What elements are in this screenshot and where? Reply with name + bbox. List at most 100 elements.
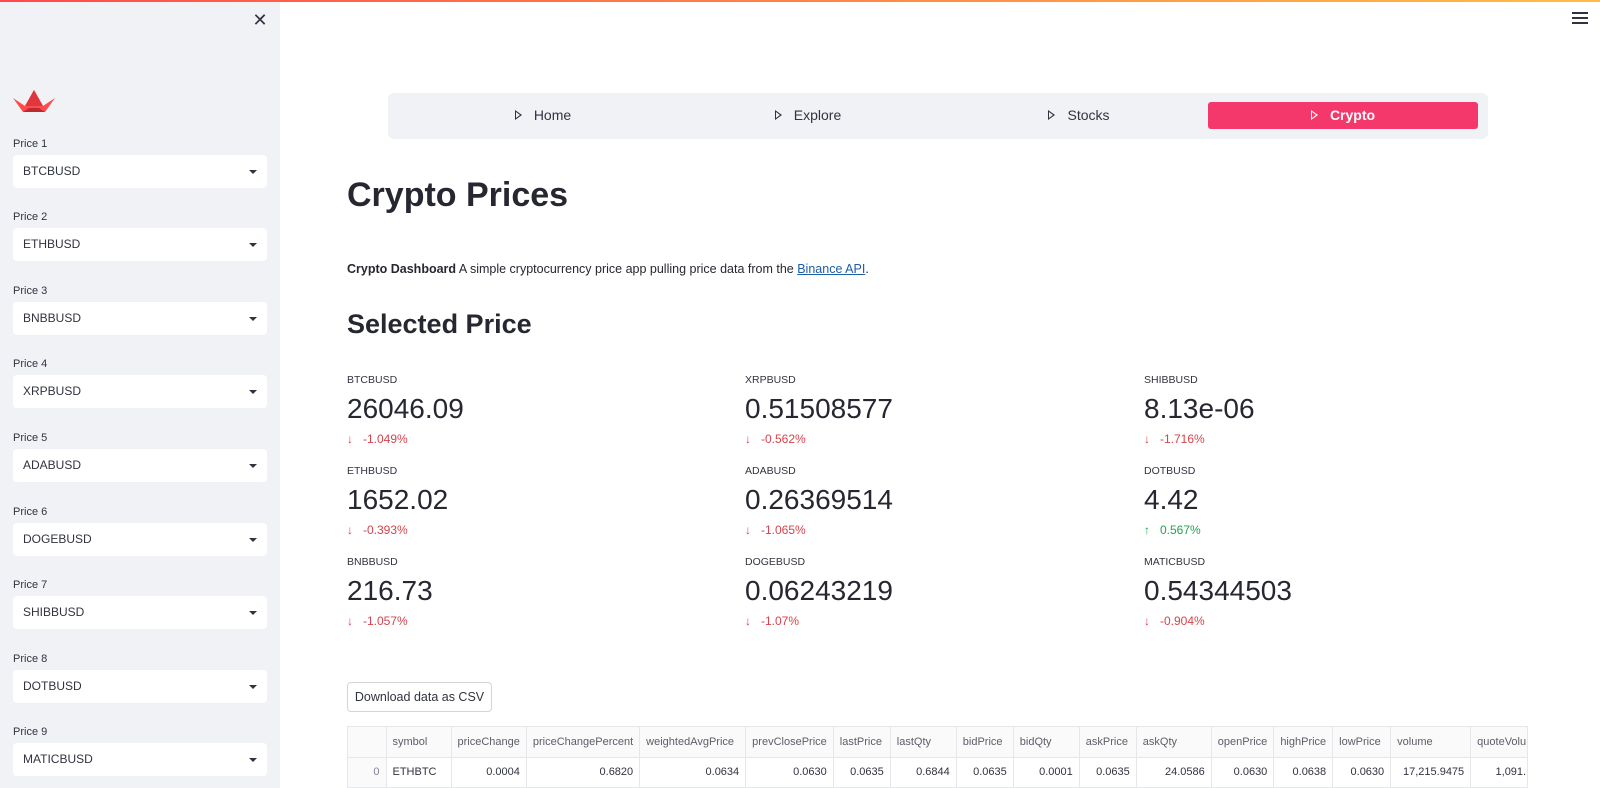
column-header[interactable]: lastQty: [890, 727, 957, 758]
price-select[interactable]: ADABUSD: [13, 449, 267, 482]
metric-value: 26046.09: [347, 393, 464, 424]
data-table[interactable]: symbol priceChange priceChangePercent weigh…: [347, 726, 1528, 788]
table-cell[interactable]: 0.6820: [526, 757, 641, 787]
play-icon: [1310, 110, 1318, 121]
metric-label: SHIBBUSD: [1144, 374, 1198, 386]
table-cell[interactable]: 0.0638: [1273, 757, 1334, 787]
column-header[interactable]: askQty: [1136, 727, 1212, 758]
table-cell[interactable]: 17,215.9475: [1390, 757, 1472, 787]
price-select-value: BTCBUSD: [23, 164, 81, 178]
metric-delta-value: -1.065%: [761, 523, 806, 537]
download-csv-button[interactable]: Download data as CSV: [347, 682, 492, 712]
arrow-down-icon: ↓: [745, 614, 751, 628]
price-select-label: Price 8: [13, 653, 48, 665]
metric-label: BTCBUSD: [347, 374, 398, 386]
price-metric: DOTBUSD 4.42 ↑ 0.567%: [1144, 465, 1504, 539]
sidebar: ✕ Price 1 BTCBUSD Price 2 ETHBUSD Price 3 BNB…: [0, 0, 280, 788]
table-cell[interactable]: 0.0635: [833, 757, 891, 787]
metric-delta: ↓ -0.562%: [745, 432, 1105, 448]
column-header[interactable]: [348, 727, 387, 758]
binance-api-link[interactable]: Binance API: [797, 262, 865, 276]
column-header[interactable]: volume: [1390, 727, 1472, 758]
price-select[interactable]: SHIBBUSD: [13, 596, 267, 629]
metric-delta: ↓ -1.07%: [745, 614, 1105, 630]
price-select-value: ETHBUSD: [23, 237, 81, 251]
table-cell[interactable]: 0.0004: [451, 757, 527, 787]
table-cell[interactable]: 0.0630: [1332, 757, 1392, 787]
metric-delta: ↑ 0.567%: [1144, 523, 1504, 539]
nav-item-crypto[interactable]: Crypto: [1208, 102, 1478, 129]
metric-value: 4.42: [1144, 484, 1199, 515]
column-header[interactable]: bidPrice: [956, 727, 1014, 758]
metric-value: 1652.02: [347, 484, 449, 515]
price-select-label: Price 2: [13, 211, 48, 223]
column-header[interactable]: bidQty: [1013, 727, 1080, 758]
table-cell[interactable]: 0.0635: [1079, 757, 1137, 787]
table-cell[interactable]: 0.0634: [639, 757, 747, 787]
price-select-group: Price 2 ETHBUSD: [13, 210, 267, 261]
price-select-label: Price 1: [13, 138, 48, 150]
price-select[interactable]: ETHBUSD: [13, 228, 267, 261]
table-cell[interactable]: 0.0630: [745, 757, 834, 787]
column-header[interactable]: quoteVolu: [1470, 727, 1527, 758]
nav-item-home[interactable]: Home: [408, 102, 678, 129]
price-select[interactable]: BNBBUSD: [13, 302, 267, 335]
price-select-group: Price 9 MATICBUSD: [13, 725, 267, 776]
intro-end: .: [865, 262, 869, 276]
column-header[interactable]: symbol: [386, 727, 452, 758]
column-header[interactable]: openPrice: [1211, 727, 1275, 758]
arrow-up-icon: ↑: [1144, 523, 1150, 537]
table-cell[interactable]: ETHBTC: [386, 757, 452, 787]
close-sidebar-button[interactable]: ✕: [250, 10, 270, 30]
section-title: Selected Price: [347, 309, 532, 339]
price-metric: MATICBUSD 0.54344503 ↓ -0.904%: [1144, 556, 1504, 630]
table-cell[interactable]: 1,091.: [1470, 757, 1527, 787]
intro-body: A simple cryptocurrency price app pullin…: [458, 262, 794, 276]
column-header[interactable]: askPrice: [1079, 727, 1137, 758]
app-logo-icon: [13, 90, 55, 112]
column-header[interactable]: priceChangePercent: [526, 727, 641, 758]
chevron-down-icon: [249, 538, 257, 542]
chevron-down-icon: [249, 611, 257, 615]
price-select-label: Price 7: [13, 579, 48, 591]
metric-value: 0.06243219: [745, 575, 893, 606]
metric-delta: ↓ -1.716%: [1144, 432, 1504, 448]
table-cell[interactable]: 0: [348, 757, 387, 787]
arrow-down-icon: ↓: [745, 523, 751, 537]
column-header[interactable]: highPrice: [1273, 727, 1334, 758]
column-header[interactable]: lastPrice: [833, 727, 891, 758]
metric-label: BNBBUSD: [347, 556, 398, 568]
column-header[interactable]: prevClosePrice: [745, 727, 834, 758]
price-select[interactable]: DOTBUSD: [13, 670, 267, 703]
arrow-down-icon: ↓: [347, 614, 353, 628]
column-header[interactable]: lowPrice: [1332, 727, 1392, 758]
price-select[interactable]: DOGEBUSD: [13, 523, 267, 556]
main-menu-icon[interactable]: [1572, 12, 1588, 26]
table-cell[interactable]: 0.0630: [1211, 757, 1275, 787]
price-select-group: Price 6 DOGEBUSD: [13, 505, 267, 556]
metric-label: MATICBUSD: [1144, 556, 1206, 568]
arrow-down-icon: ↓: [1144, 614, 1150, 628]
price-select-value: DOTBUSD: [23, 679, 82, 693]
metric-delta-value: -1.716%: [1160, 432, 1205, 446]
chevron-down-icon: [249, 243, 257, 247]
nav-item-label: Crypto: [1329, 107, 1376, 123]
table-cell[interactable]: 0.0635: [956, 757, 1014, 787]
metric-value: 8.13e-06: [1144, 393, 1255, 424]
table-cell[interactable]: 0.0001: [1013, 757, 1080, 787]
table-row[interactable]: 0 ETHBTC 0.0004 0.6820 0.0634 0.0630 0.0635 0.6…: [348, 757, 1527, 787]
table-cell[interactable]: 24.0586: [1136, 757, 1212, 787]
price-metric: XRPBUSD 0.51508577 ↓ -0.562%: [745, 374, 1105, 448]
table-cell[interactable]: 0.6844: [890, 757, 957, 787]
nav-item-stocks[interactable]: Stocks: [944, 102, 1214, 129]
column-header[interactable]: priceChange: [451, 727, 527, 758]
price-select[interactable]: BTCBUSD: [13, 155, 267, 188]
nav-item-label: Home: [533, 107, 572, 123]
metric-delta: ↓ -1.057%: [347, 614, 707, 630]
price-select[interactable]: XRPBUSD: [13, 375, 267, 408]
price-metric: ETHBUSD 1652.02 ↓ -0.393%: [347, 465, 707, 539]
nav-item-explore[interactable]: Explore: [673, 102, 943, 129]
price-select[interactable]: MATICBUSD: [13, 743, 267, 776]
column-header[interactable]: weightedAvgPrice: [639, 727, 747, 758]
price-select-group: Price 5 ADABUSD: [13, 431, 267, 482]
